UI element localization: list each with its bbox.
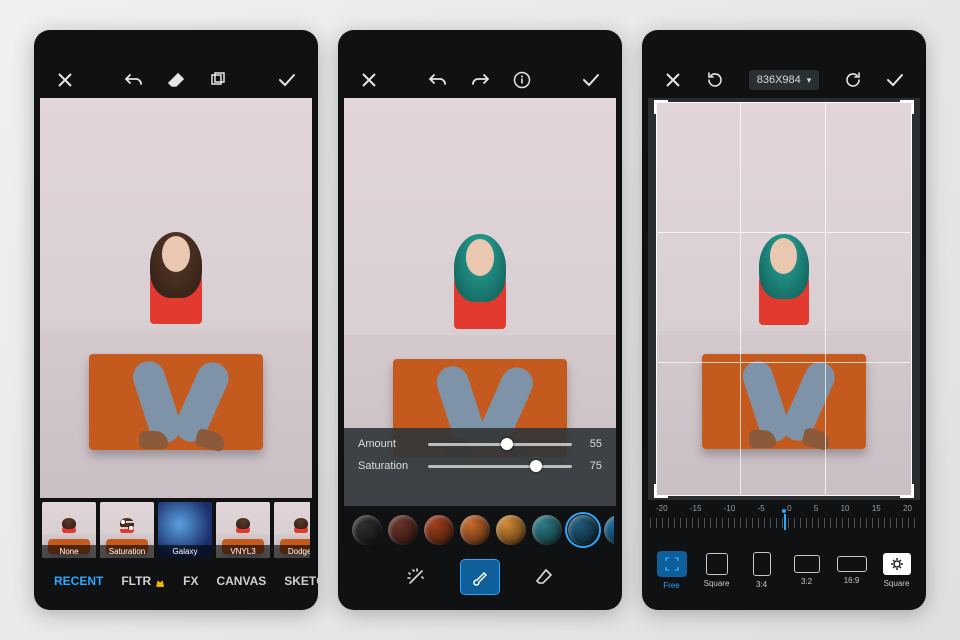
category-tabs[interactable]: RECENTFLTRFXCANVASSKETCH: [42, 562, 310, 600]
angle-tick-label: -10: [724, 504, 736, 513]
crop-frame[interactable]: [656, 102, 912, 496]
adjust-sliders: Amount 55 Saturation 75: [344, 428, 616, 506]
photo-canvas[interactable]: [40, 98, 312, 498]
redo-icon[interactable]: [463, 63, 497, 97]
status-bar: [42, 36, 310, 62]
slider-amount[interactable]: Amount 55: [358, 438, 602, 450]
tab-recent[interactable]: RECENT: [46, 568, 111, 594]
aspect-label: 16:9: [844, 576, 860, 585]
aspect-3-4[interactable]: 3:4: [744, 552, 779, 589]
status-bar: [346, 36, 614, 62]
slider-label: Saturation: [358, 460, 418, 472]
aspect-3-2[interactable]: 3:2: [789, 555, 824, 586]
angle-tick-label: -15: [690, 504, 702, 513]
crop-handle-tl[interactable]: [654, 100, 668, 114]
brush-tool[interactable]: [461, 560, 499, 594]
tab-fx[interactable]: FX: [175, 568, 206, 594]
filter-label: Dodger: [274, 545, 310, 558]
aspect-label: 3:4: [756, 580, 767, 589]
color-swatch[interactable]: [424, 515, 454, 545]
angle-tick-label: 15: [872, 504, 881, 513]
eraser-icon[interactable]: [159, 63, 193, 97]
aspect-square[interactable]: Square: [699, 553, 734, 588]
filter-thumbnails[interactable]: None Saturation Galaxy VNYL3 Dodger: [42, 498, 310, 562]
color-swatch[interactable]: [604, 515, 614, 545]
angle-tick-label: 10: [841, 504, 850, 513]
slider-value: 55: [582, 438, 602, 450]
aspect-label: Square: [884, 579, 910, 588]
photo-canvas[interactable]: Amount 55 Saturation 75: [344, 98, 616, 506]
color-swatch[interactable]: [388, 515, 418, 545]
layers-icon[interactable]: [201, 63, 235, 97]
top-toolbar: [346, 62, 614, 98]
filter-dodger[interactable]: Dodger: [274, 502, 310, 558]
dimensions-dropdown[interactable]: 836X984 ▾: [749, 70, 820, 90]
filter-vnyl3[interactable]: VNYL3: [216, 502, 270, 558]
color-swatch[interactable]: [496, 515, 526, 545]
angle-tick-label: 5: [814, 504, 818, 513]
angle-tick-label: -5: [758, 504, 765, 513]
info-icon[interactable]: [505, 63, 539, 97]
status-bar: [650, 36, 918, 62]
filter-label: Galaxy: [158, 545, 212, 558]
color-swatches[interactable]: [346, 506, 614, 554]
top-toolbar: 836X984 ▾: [650, 62, 918, 98]
aspect-square[interactable]: Square: [879, 553, 914, 588]
color-swatch[interactable]: [532, 515, 562, 545]
aspect-label: Square: [704, 579, 730, 588]
slider-label: Amount: [358, 438, 418, 450]
aspect-label: Free: [663, 581, 679, 590]
slider-track[interactable]: [428, 443, 572, 446]
aspect-ratio-options[interactable]: Free Square 3:4 3:2 16:9 Square: [650, 540, 918, 600]
top-toolbar: [42, 62, 310, 98]
wand-tool[interactable]: [397, 560, 435, 594]
slider-saturation[interactable]: Saturation 75: [358, 460, 602, 472]
color-swatch[interactable]: [568, 515, 598, 545]
chevron-down-icon: ▾: [807, 75, 812, 86]
undo-icon[interactable]: [421, 63, 455, 97]
dimensions-value: 836X984: [757, 74, 801, 86]
confirm-icon[interactable]: [574, 63, 608, 97]
rotation-scale[interactable]: -20 -15 -10 -5 0 5 10 15 20: [650, 500, 918, 540]
angle-tick-label: -20: [656, 504, 668, 513]
crop-handle-br[interactable]: [900, 484, 914, 498]
adjust-icon: [119, 519, 135, 531]
tab-sketch[interactable]: SKETCH: [276, 568, 318, 594]
filter-label: Saturation: [100, 545, 154, 558]
reset-icon[interactable]: [698, 63, 732, 97]
slider-knob[interactable]: [501, 438, 513, 450]
crop-handle-tr[interactable]: [900, 100, 914, 114]
filter-label: None: [42, 545, 96, 558]
filter-label: VNYL3: [216, 545, 270, 558]
slider-knob[interactable]: [530, 460, 542, 472]
angle-tick-label: 20: [903, 504, 912, 513]
tab-canvas[interactable]: CANVAS: [208, 568, 274, 594]
aspect-16-9[interactable]: 16:9: [834, 556, 869, 585]
crop-canvas[interactable]: [648, 98, 920, 500]
tab-fltr[interactable]: FLTR: [113, 568, 173, 594]
screen-crop: 836X984 ▾ -20-15-: [642, 30, 926, 610]
eraser-tool[interactable]: [525, 560, 563, 594]
crop-handle-bl[interactable]: [654, 484, 668, 498]
filter-saturation[interactable]: Saturation: [100, 502, 154, 558]
slider-value: 75: [582, 460, 602, 472]
confirm-icon[interactable]: [878, 63, 912, 97]
aspect-free[interactable]: Free: [654, 551, 689, 590]
undo-icon[interactable]: [117, 63, 151, 97]
filter-galaxy[interactable]: Galaxy: [158, 502, 212, 558]
rotate-icon[interactable]: [836, 63, 870, 97]
confirm-icon[interactable]: [270, 63, 304, 97]
paint-tools: [346, 554, 614, 600]
slider-track[interactable]: [428, 465, 572, 468]
angle-tick-label: 0: [787, 504, 791, 513]
screen-filters: None Saturation Galaxy VNYL3 Dodger RECENTFL…: [34, 30, 318, 610]
aspect-label: 3:2: [801, 577, 812, 586]
color-swatch[interactable]: [460, 515, 490, 545]
filter-none[interactable]: None: [42, 502, 96, 558]
close-icon[interactable]: [352, 63, 386, 97]
close-icon[interactable]: [48, 63, 82, 97]
color-swatch[interactable]: [352, 515, 382, 545]
screen-hair-color: Amount 55 Saturation 75: [338, 30, 622, 610]
close-icon[interactable]: [656, 63, 690, 97]
